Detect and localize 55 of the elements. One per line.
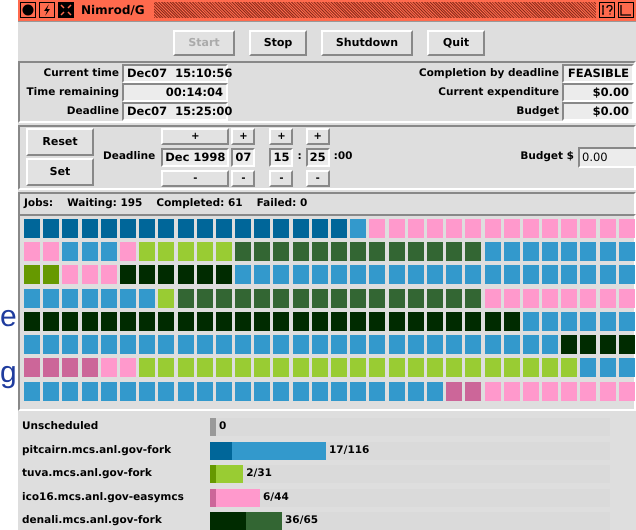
toolbar-button[interactable]: Stop (249, 30, 307, 56)
decrement-button[interactable]: - (231, 170, 256, 187)
spinner-field[interactable]: Dec 1998 (161, 148, 230, 167)
field-label: Deadline (103, 149, 156, 164)
field-value: 00:14:04 (122, 82, 228, 102)
increment-button[interactable]: + (161, 128, 230, 145)
field-label: Deadline (66, 104, 119, 119)
spinner-field[interactable]: 07 (231, 148, 256, 167)
field-label: Completion by deadline (418, 66, 559, 81)
separator-text: : (296, 149, 303, 164)
job-count-text: Jobs: (24, 196, 54, 211)
spinner-field[interactable]: 25 (306, 148, 330, 167)
lightning-icon[interactable] (39, 2, 55, 18)
decrement-button[interactable]: - (161, 170, 230, 187)
backdrop-letter: g (0, 355, 18, 391)
field-label: Current time (42, 66, 119, 81)
job-count: 6/44 (263, 490, 289, 504)
close-icon[interactable] (20, 2, 36, 18)
control-button[interactable]: Reset (26, 128, 94, 156)
spinner-field[interactable]: 15 (269, 148, 294, 167)
field-label: Current expenditure (437, 84, 559, 100)
job-count: 36/65 (285, 513, 318, 528)
resource-name: tuva.mcs.anl.gov-fork (22, 466, 153, 482)
field-value: FEASIBLE (562, 64, 634, 83)
job-count: 0 (219, 419, 226, 434)
field-label: Budget (515, 104, 559, 119)
field-value: $0.00 (562, 82, 634, 102)
decrement-button[interactable]: - (269, 170, 294, 187)
job-count: 2/31 (246, 466, 272, 481)
increment-button[interactable]: + (306, 128, 330, 145)
title-bar-hatching[interactable] (154, 2, 596, 18)
job-count-text: Waiting: 195 (67, 196, 142, 211)
job-count: 17/116 (329, 442, 370, 458)
job-count-text: Completed: 61 (156, 196, 243, 211)
budget-input[interactable]: 0.00 (578, 146, 636, 168)
resource-name: ico16.mcs.anl.gov-easymcs (22, 490, 185, 505)
field-label: Budget $ (520, 149, 574, 164)
resource-name: Unscheduled (22, 419, 100, 434)
resource-name: denali.mcs.anl.gov-fork (22, 513, 163, 528)
window-title: Nimrod/G (80, 2, 146, 20)
maximize-icon[interactable] (618, 2, 634, 18)
help-icon[interactable] (599, 2, 615, 18)
control-button[interactable]: Set (26, 158, 94, 186)
field-label: Time remaining (26, 84, 119, 100)
increment-button[interactable]: + (269, 128, 294, 145)
toolbar-button[interactable]: Quit (427, 30, 485, 56)
field-value: $0.00 (562, 102, 634, 121)
backdrop-letter: e (0, 299, 18, 335)
increment-button[interactable]: + (231, 128, 256, 145)
decrement-button[interactable]: - (306, 170, 330, 187)
job-count-text: Failed: 0 (256, 196, 308, 211)
separator-text: :00 (332, 149, 354, 164)
resource-name: pitcairn.mcs.anl.gov-fork (22, 442, 172, 458)
resize-icon[interactable] (58, 2, 74, 18)
toolbar-button[interactable]: Shutdown (321, 30, 413, 56)
